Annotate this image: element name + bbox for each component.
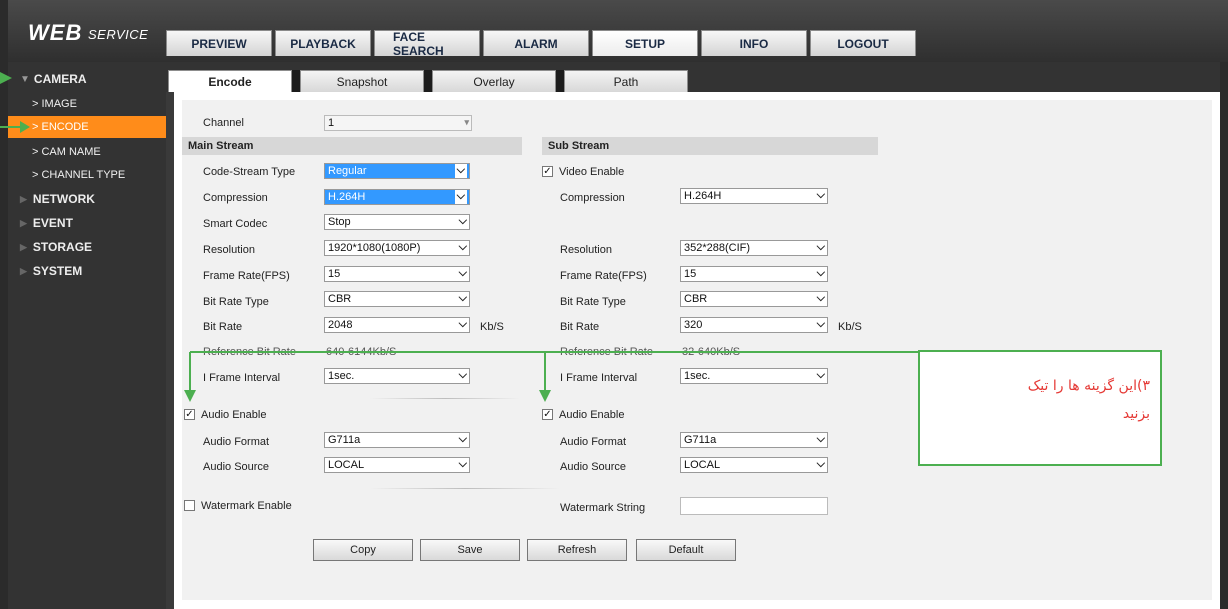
arrow-down-icon xyxy=(184,390,196,402)
annotation-line-1: ۳)این گزینه ها را تیک xyxy=(1027,378,1150,394)
annotation-arrows xyxy=(184,351,940,402)
arrow-down-icon xyxy=(539,390,551,402)
annotation-text: ۳)این گزینه ها را تیک بزنید xyxy=(950,372,1150,428)
annotation-line-2: بزنید xyxy=(1122,406,1150,422)
annotation-box: ۳)این گزینه ها را تیک بزنید xyxy=(918,350,1162,466)
